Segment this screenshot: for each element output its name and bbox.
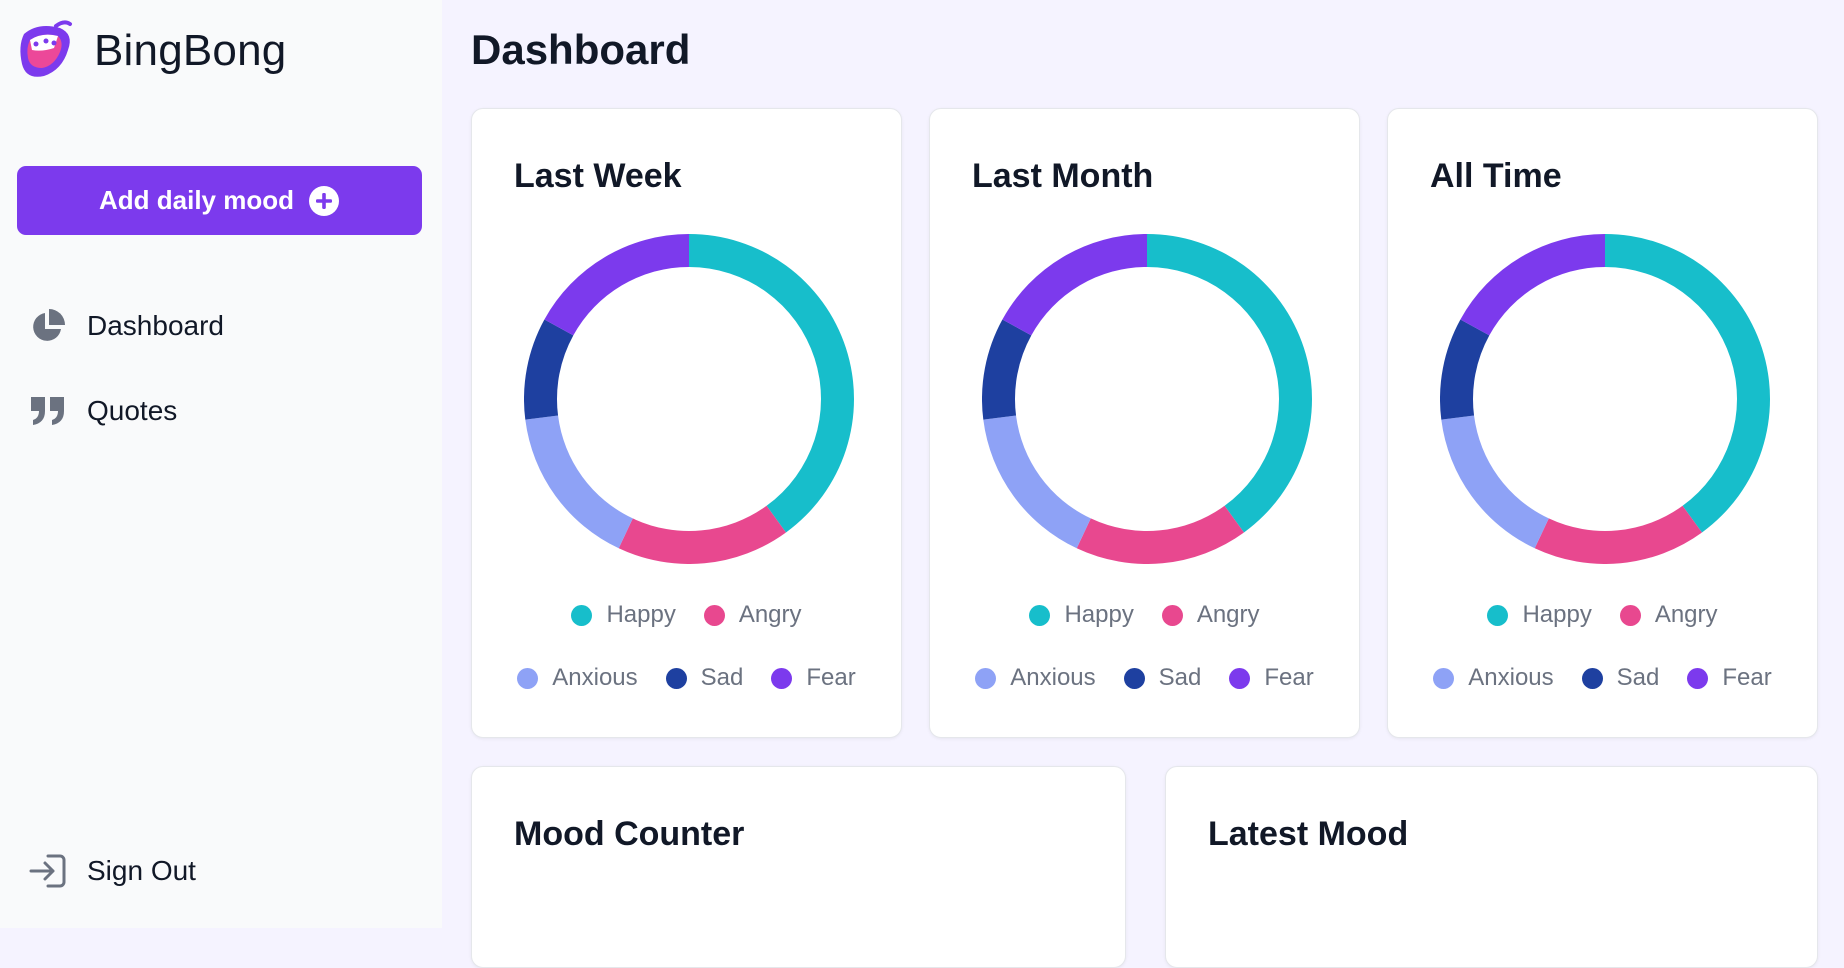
mood-counter-card: Mood Counter <box>471 766 1126 968</box>
angry-color-dot <box>1619 604 1641 626</box>
donut-slice-angry[interactable] <box>1076 505 1244 564</box>
bingbong-logo-icon <box>20 20 72 77</box>
happy-color-dot <box>571 604 593 626</box>
legend-label: Angry <box>738 601 802 628</box>
sidebar-item-quotes[interactable]: Quotes <box>28 391 177 431</box>
legend-label: Happy <box>1522 601 1592 628</box>
legend-label: Sad <box>1616 664 1660 691</box>
card-title: Last Month <box>972 157 1154 195</box>
donut-slice-happy[interactable] <box>1605 234 1770 533</box>
legend-item-angry[interactable]: Angry <box>1619 601 1718 629</box>
happy-color-dot <box>1029 604 1051 626</box>
donut-slice-happy[interactable] <box>1147 234 1312 533</box>
donut-slice-anxious[interactable] <box>525 415 633 549</box>
legend-label: Anxious <box>1468 664 1554 691</box>
last-week-donut-chart <box>524 234 854 564</box>
chart-legend-row: Happy Angry <box>1388 601 1817 629</box>
fear-color-dot <box>1229 667 1251 689</box>
legend-label: Sad <box>700 664 744 691</box>
chart-legend-row: Anxious Sad Fear <box>930 664 1359 692</box>
anxious-color-dot <box>975 667 997 689</box>
plus-circle-icon <box>309 185 339 216</box>
all-time-donut-chart <box>1440 234 1770 564</box>
donut-slice-angry[interactable] <box>618 505 786 564</box>
card-title: Latest Mood <box>1208 815 1409 853</box>
chart-legend-row: Anxious Sad Fear <box>472 664 901 692</box>
legend-item-anxious[interactable]: Anxious <box>975 664 1096 692</box>
angry-color-dot <box>703 604 725 626</box>
donut-slice-fear[interactable] <box>1460 234 1605 336</box>
pie-chart-icon <box>33 309 65 341</box>
anxious-color-dot <box>1433 667 1455 689</box>
latest-mood-card: Latest Mood <box>1165 766 1818 968</box>
angry-color-dot <box>1161 604 1183 626</box>
last-week-card: Last Week Happy Angry Anxious Sad Fear <box>471 108 902 738</box>
sad-color-dot <box>1123 667 1145 689</box>
sign-in-arrow-icon <box>29 854 66 888</box>
sidebar-item-label: Quotes <box>87 395 178 426</box>
sign-out-label: Sign Out <box>87 855 196 886</box>
donut-slice-fear[interactable] <box>1002 234 1147 336</box>
legend-item-happy[interactable]: Happy <box>1029 601 1134 629</box>
sidebar-item-dashboard[interactable]: Dashboard <box>28 306 224 346</box>
page-title: Dashboard <box>471 26 691 73</box>
last-month-donut-chart <box>982 234 1312 564</box>
legend-label: Fear <box>806 664 856 691</box>
donut-slice-happy[interactable] <box>689 234 854 533</box>
donut-slice-sad[interactable] <box>1440 319 1490 420</box>
legend-label: Fear <box>1264 664 1314 691</box>
legend-label: Happy <box>606 601 676 628</box>
legend-item-angry[interactable]: Angry <box>703 601 802 629</box>
legend-item-happy[interactable]: Happy <box>571 601 676 629</box>
card-title: Mood Counter <box>514 815 745 853</box>
donut-slice-sad[interactable] <box>982 319 1032 420</box>
sign-out-button[interactable]: Sign Out <box>28 851 196 891</box>
legend-label: Anxious <box>552 664 638 691</box>
quote-icon <box>31 397 64 425</box>
donut-slice-angry[interactable] <box>1534 505 1702 564</box>
donut-slice-anxious[interactable] <box>1441 415 1549 549</box>
legend-label: Sad <box>1158 664 1202 691</box>
legend-item-happy[interactable]: Happy <box>1487 601 1592 629</box>
donut-slice-anxious[interactable] <box>983 415 1091 549</box>
legend-label: Fear <box>1722 664 1772 691</box>
legend-item-fear[interactable]: Fear <box>1687 664 1772 692</box>
brand[interactable]: BingBong <box>16 20 286 82</box>
sad-color-dot <box>1581 667 1603 689</box>
fear-color-dot <box>1687 667 1709 689</box>
card-title: Last Week <box>514 157 682 195</box>
add-daily-mood-label: Add daily mood <box>99 185 294 215</box>
donut-slice-sad[interactable] <box>524 319 574 420</box>
legend-item-sad[interactable]: Sad <box>1581 664 1660 692</box>
legend-label: Happy <box>1064 601 1134 628</box>
chart-legend-row: Happy Angry <box>930 601 1359 629</box>
legend-item-fear[interactable]: Fear <box>1229 664 1314 692</box>
happy-color-dot <box>1487 604 1509 626</box>
legend-item-anxious[interactable]: Anxious <box>517 664 638 692</box>
add-daily-mood-button[interactable]: Add daily mood <box>17 166 422 235</box>
legend-label: Anxious <box>1010 664 1096 691</box>
fear-color-dot <box>771 667 793 689</box>
last-month-card: Last Month Happy Angry Anxious Sad Fear <box>929 108 1360 738</box>
donut-slice-fear[interactable] <box>544 234 689 336</box>
chart-legend-row: Happy Angry <box>472 601 901 629</box>
sidebar: BingBong Add daily mood Dashboard Quotes… <box>0 0 442 928</box>
all-time-card: All Time Happy Angry Anxious Sad Fear <box>1387 108 1818 738</box>
legend-label: Angry <box>1196 601 1260 628</box>
anxious-color-dot <box>517 667 539 689</box>
legend-item-angry[interactable]: Angry <box>1161 601 1260 629</box>
sad-color-dot <box>665 667 687 689</box>
legend-item-sad[interactable]: Sad <box>665 664 744 692</box>
legend-item-sad[interactable]: Sad <box>1123 664 1202 692</box>
chart-legend-row: Anxious Sad Fear <box>1388 664 1817 692</box>
sidebar-item-label: Dashboard <box>87 310 224 341</box>
legend-label: Angry <box>1654 601 1718 628</box>
legend-item-fear[interactable]: Fear <box>771 664 856 692</box>
card-title: All Time <box>1430 157 1562 195</box>
brand-name: BingBong <box>94 26 287 75</box>
legend-item-anxious[interactable]: Anxious <box>1433 664 1554 692</box>
